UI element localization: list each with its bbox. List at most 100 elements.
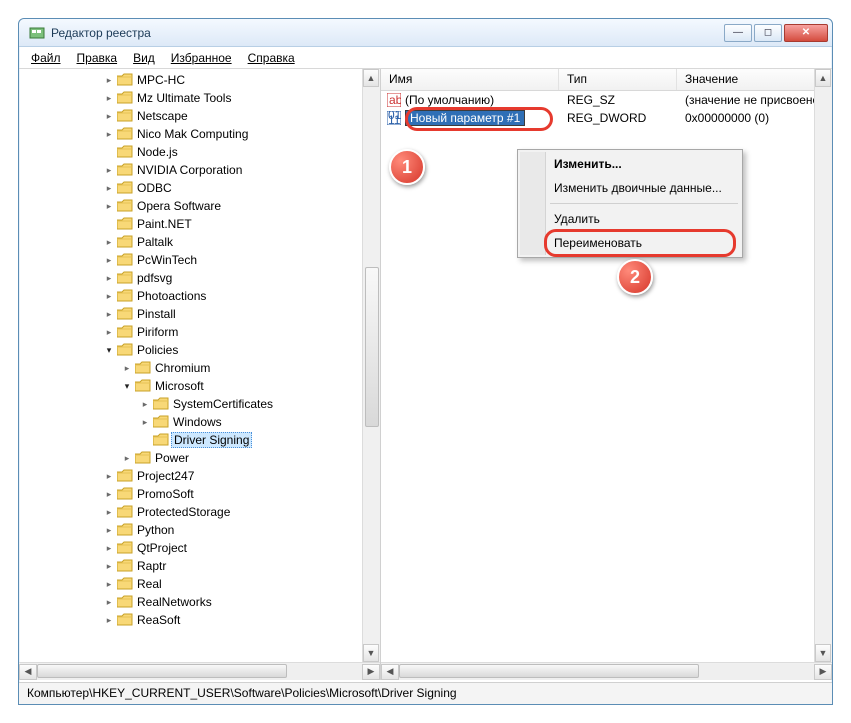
tree-item[interactable]: Node.js: [19, 143, 380, 161]
tree-item[interactable]: ▸Project247: [19, 467, 380, 485]
tree-item[interactable]: ▸Opera Software: [19, 197, 380, 215]
tree-item[interactable]: ▸Photoactions: [19, 287, 380, 305]
tree-item[interactable]: ▸RealNetworks: [19, 593, 380, 611]
tree-item[interactable]: ▸PromoSoft: [19, 485, 380, 503]
chevron-right-icon[interactable]: ▸: [121, 452, 133, 464]
minimize-button[interactable]: —: [724, 24, 752, 42]
value-row[interactable]: Новый параметр #1REG_DWORD0x00000000 (0): [381, 109, 814, 127]
scroll-right-icon[interactable]: ▶: [814, 664, 832, 680]
tree-item[interactable]: ▾Policies: [19, 341, 380, 359]
chevron-right-icon[interactable]: ▸: [103, 596, 115, 608]
tree-hscroll[interactable]: ◀ ▶: [19, 662, 380, 680]
tree-item[interactable]: ▸Netscape: [19, 107, 380, 125]
tree-item[interactable]: ▸ Mz Ultimate Tools: [19, 89, 380, 107]
ctx-modify[interactable]: Изменить...: [520, 152, 740, 176]
chevron-right-icon[interactable]: ▸: [103, 110, 115, 122]
scroll-down-icon[interactable]: ▼: [815, 644, 831, 662]
ctx-modify-binary[interactable]: Изменить двоичные данные...: [520, 176, 740, 200]
tree-item-label: Pinstall: [137, 307, 176, 321]
tree-vscroll[interactable]: ▲ ▼: [362, 69, 380, 662]
tree-item[interactable]: ▸Chromium: [19, 359, 380, 377]
chevron-right-icon[interactable]: ▸: [103, 74, 115, 86]
menu-favorites[interactable]: Избранное: [165, 49, 238, 67]
chevron-right-icon[interactable]: ▸: [103, 308, 115, 320]
tree-item[interactable]: ▸Nico Mak Computing: [19, 125, 380, 143]
chevron-right-icon[interactable]: ▸: [103, 560, 115, 572]
tree-item[interactable]: ▸MPC-HC: [19, 71, 380, 89]
chevron-right-icon[interactable]: ▸: [103, 272, 115, 284]
ctx-delete[interactable]: Удалить: [520, 207, 740, 231]
scroll-right-icon[interactable]: ▶: [362, 664, 380, 680]
scroll-left-icon[interactable]: ◀: [381, 664, 399, 680]
maximize-button[interactable]: ◻: [754, 24, 782, 42]
registry-tree[interactable]: ▸MPC-HC▸Mz Ultimate Tools▸Netscape▸Nico …: [19, 69, 380, 662]
tree-item[interactable]: ▸Paltalk: [19, 233, 380, 251]
value-row[interactable]: (По умолчанию)REG_SZ(значение не присвое…: [381, 91, 814, 109]
tree-item[interactable]: ▸SystemCertificates: [19, 395, 380, 413]
tree-item-label: Mz Ultimate Tools: [137, 91, 231, 105]
tree-item[interactable]: ▸Power: [19, 449, 380, 467]
chevron-right-icon[interactable]: ▸: [139, 398, 151, 410]
menu-edit[interactable]: Правка: [71, 49, 124, 67]
tree-item[interactable]: ▸Real: [19, 575, 380, 593]
chevron-right-icon[interactable]: ▸: [103, 524, 115, 536]
chevron-right-icon[interactable]: ▸: [103, 326, 115, 338]
chevron-down-icon[interactable]: ▾: [121, 380, 133, 392]
tree-item[interactable]: ▸ Pinstall: [19, 305, 380, 323]
tree-item[interactable]: ▸Windows: [19, 413, 380, 431]
chevron-right-icon[interactable]: ▸: [103, 200, 115, 212]
menu-help[interactable]: Справка: [242, 49, 301, 67]
tree-item[interactable]: Driver Signing: [19, 431, 380, 449]
list-hscroll[interactable]: ◀ ▶: [381, 662, 832, 680]
chevron-right-icon[interactable]: ▸: [103, 182, 115, 194]
rename-input[interactable]: Новый параметр #1: [405, 110, 525, 126]
scroll-left-icon[interactable]: ◀: [19, 664, 37, 680]
folder-icon: [117, 487, 133, 501]
titlebar[interactable]: Редактор реестра — ◻ ✕: [19, 19, 832, 47]
tree-item[interactable]: ▸NVIDIA Corporation: [19, 161, 380, 179]
tree-vscroll-thumb[interactable]: [365, 267, 379, 427]
chevron-right-icon[interactable]: ▸: [103, 128, 115, 140]
tree-item[interactable]: Paint.NET: [19, 215, 380, 233]
list-vscroll[interactable]: ▲ ▼: [814, 69, 832, 662]
tree-item[interactable]: ▸PcWinTech: [19, 251, 380, 269]
ctx-rename[interactable]: Переименовать: [520, 231, 740, 255]
chevron-right-icon[interactable]: ▸: [103, 92, 115, 104]
col-value[interactable]: Значение: [677, 69, 832, 90]
tree-item[interactable]: ▸pdfsvg: [19, 269, 380, 287]
scroll-up-icon[interactable]: ▲: [363, 69, 379, 87]
tree-item[interactable]: ▾Microsoft: [19, 377, 380, 395]
expander-none: [139, 434, 151, 446]
scroll-down-icon[interactable]: ▼: [363, 644, 379, 662]
chevron-right-icon[interactable]: ▸: [103, 236, 115, 248]
menu-file[interactable]: Файл: [25, 49, 67, 67]
chevron-right-icon[interactable]: ▸: [103, 614, 115, 626]
scroll-up-icon[interactable]: ▲: [815, 69, 831, 87]
folder-icon: [117, 181, 133, 195]
chevron-down-icon[interactable]: ▾: [103, 344, 115, 356]
chevron-right-icon[interactable]: ▸: [103, 578, 115, 590]
tree-item[interactable]: ▸Piriform: [19, 323, 380, 341]
tree-item[interactable]: ▸QtProject: [19, 539, 380, 557]
chevron-right-icon[interactable]: ▸: [103, 290, 115, 302]
values-header[interactable]: Имя Тип Значение: [381, 69, 832, 91]
chevron-right-icon[interactable]: ▸: [139, 416, 151, 428]
chevron-right-icon[interactable]: ▸: [103, 488, 115, 500]
col-type[interactable]: Тип: [559, 69, 677, 90]
tree-item[interactable]: ▸ODBC: [19, 179, 380, 197]
tree-item[interactable]: ▸Python: [19, 521, 380, 539]
col-name[interactable]: Имя: [381, 69, 559, 90]
chevron-right-icon[interactable]: ▸: [103, 164, 115, 176]
menu-view[interactable]: Вид: [127, 49, 161, 67]
chevron-right-icon[interactable]: ▸: [103, 470, 115, 482]
tree-hscroll-thumb[interactable]: [37, 664, 287, 678]
chevron-right-icon[interactable]: ▸: [103, 506, 115, 518]
close-button[interactable]: ✕: [784, 24, 828, 42]
tree-item[interactable]: ▸ProtectedStorage: [19, 503, 380, 521]
list-hscroll-thumb[interactable]: [399, 664, 699, 678]
chevron-right-icon[interactable]: ▸: [103, 542, 115, 554]
tree-item[interactable]: ▸Raptr: [19, 557, 380, 575]
tree-item[interactable]: ▸ReaSoft: [19, 611, 380, 629]
chevron-right-icon[interactable]: ▸: [103, 254, 115, 266]
chevron-right-icon[interactable]: ▸: [121, 362, 133, 374]
